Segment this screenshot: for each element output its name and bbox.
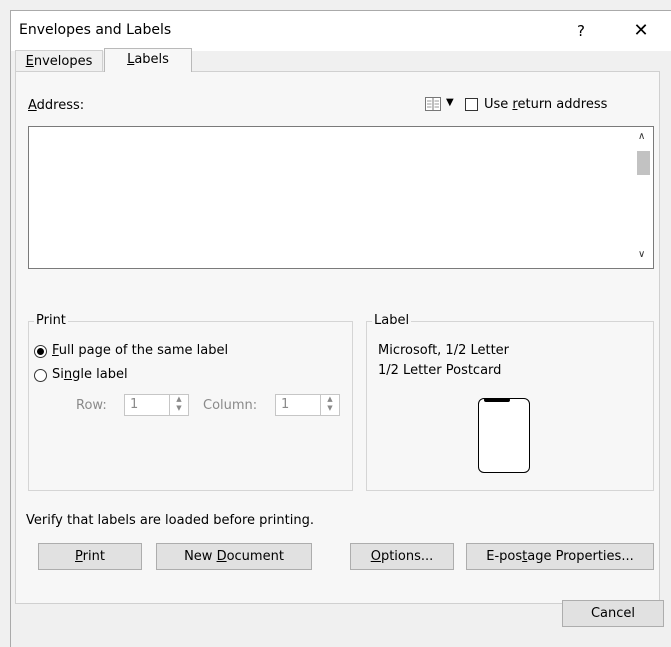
help-button[interactable]: ? [561,17,601,45]
print-button[interactable]: Print [38,543,142,570]
label-preview-icon[interactable] [478,398,530,473]
use-return-pre: Use [484,97,513,112]
scroll-up-icon[interactable]: ∧ [638,131,645,142]
use-return-address-checkbox[interactable] [465,98,478,111]
options-button[interactable]: Options... [350,543,454,570]
options-button-hotkey: O [370,549,381,564]
full-page-label[interactable]: Full page of the same label [52,343,228,358]
address-textarea[interactable]: ∧ ∨ [28,126,654,269]
tab-labels[interactable]: Labels [104,48,192,72]
column-label: Column: [203,398,258,413]
epostage-properties-button[interactable]: E-postage Properties... [466,543,654,570]
spin-up-icon[interactable]: ▲ [327,395,332,403]
spin-down-icon[interactable]: ▼ [176,404,181,412]
verify-labels-text: Verify that labels are loaded before pri… [26,513,314,528]
address-label-hotkey: A [28,98,37,113]
new-document-post: ocument [226,549,284,564]
row-label: Row: [76,398,107,413]
address-label-text: ddress: [36,98,85,113]
column-spinner[interactable]: 1 ▲ ▼ [275,394,340,416]
tab-envelopes-label: nvelopes [33,54,93,69]
single-label-post: gle label [72,367,128,382]
scroll-thumb[interactable] [637,151,650,175]
row-spin-buttons[interactable]: ▲ ▼ [169,395,188,415]
print-button-label: rint [82,549,105,564]
epostage-post: age Properties... [527,549,634,564]
use-return-post: eturn address [517,97,608,112]
spin-up-icon[interactable]: ▲ [176,395,181,403]
scroll-down-icon[interactable]: ∨ [638,249,645,260]
label-product-text: 1/2 Letter Postcard [378,363,502,378]
new-document-button[interactable]: New Document [156,543,312,570]
close-button[interactable]: ✕ [621,17,661,45]
label-group-legend: Label [372,313,412,328]
new-document-pre: New [184,549,217,564]
full-page-radio[interactable] [34,345,47,358]
cancel-button[interactable]: Cancel [562,600,664,627]
options-button-label: ptions... [380,549,434,564]
full-page-hotkey: F [52,343,59,358]
full-page-text: ull page of the same label [58,343,229,358]
column-spin-buttons[interactable]: ▲ ▼ [320,395,339,415]
spin-down-icon[interactable]: ▼ [327,404,332,412]
single-label-label[interactable]: Single label [52,367,128,382]
print-button-hotkey: P [75,549,83,564]
address-book-icon[interactable] [425,97,441,111]
print-group-legend: Print [34,313,68,328]
label-vendor-text: Microsoft, 1/2 Letter [378,343,510,358]
new-document-hotkey: D [216,549,227,564]
row-spinner[interactable]: 1 ▲ ▼ [124,394,189,416]
tab-envelopes[interactable]: Envelopes [15,50,103,72]
row-value: 1 [130,397,139,412]
column-value: 1 [281,397,290,412]
single-label-radio[interactable] [34,369,47,382]
address-scrollbar[interactable]: ∧ ∨ [633,127,653,268]
epostage-pre: E-pos [486,549,523,564]
dialog-title: Envelopes and Labels [19,22,172,38]
single-label-pre: Si [52,367,64,382]
use-return-address-label[interactable]: Use return address [484,97,607,112]
address-label: Address: [28,98,84,113]
title-bar: Envelopes and Labels ? ✕ [11,11,671,51]
tab-labels-label: abels [134,52,169,67]
address-book-dropdown-icon[interactable]: ▼ [446,97,454,108]
single-label-hotkey: n [63,367,73,382]
tab-envelopes-hotkey: E [25,54,34,69]
